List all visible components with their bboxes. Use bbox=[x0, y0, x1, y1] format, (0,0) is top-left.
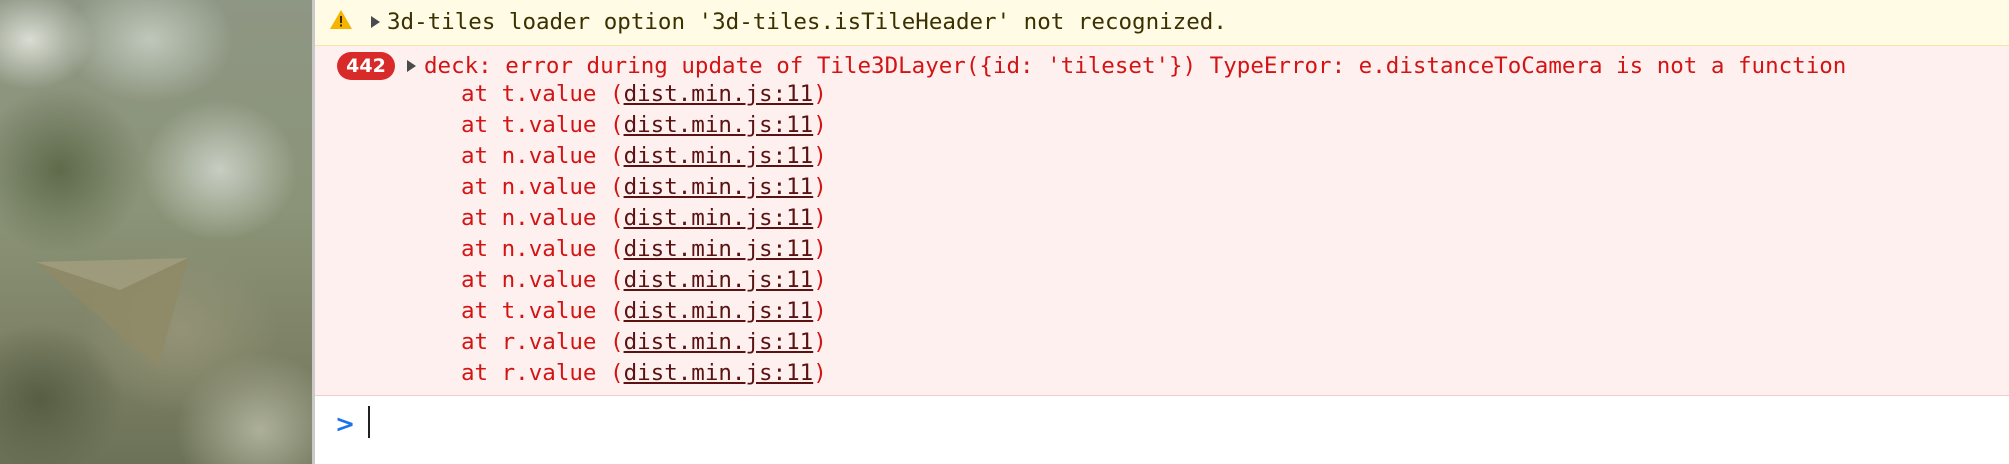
tile-geometry-shape bbox=[36, 258, 188, 368]
stack-frame: at n.value (dist.min.js:11) bbox=[461, 142, 827, 170]
source-link[interactable]: dist.min.js:11 bbox=[624, 112, 814, 138]
console-prompt[interactable]: > bbox=[315, 396, 2009, 464]
expand-triangle-icon[interactable] bbox=[407, 60, 416, 72]
text-caret bbox=[368, 406, 370, 438]
warning-text: 3d-tiles loader option '3d-tiles.isTileH… bbox=[387, 9, 1227, 35]
stack-frame: at n.value (dist.min.js:11) bbox=[461, 266, 827, 294]
source-link[interactable]: dist.min.js:11 bbox=[624, 81, 814, 107]
stack-frame-suffix: ) bbox=[813, 267, 827, 293]
stack-frame: at r.value (dist.min.js:11) bbox=[461, 328, 827, 356]
source-link[interactable]: dist.min.js:11 bbox=[624, 267, 814, 293]
stack-frame: at t.value (dist.min.js:11) bbox=[461, 111, 827, 139]
stack-frame-prefix: at n.value ( bbox=[461, 267, 624, 293]
source-link[interactable]: dist.min.js:11 bbox=[624, 143, 814, 169]
stack-frame-suffix: ) bbox=[813, 360, 827, 386]
stack-frame-suffix: ) bbox=[813, 143, 827, 169]
console-error-message: 442 deck: error during update of Tile3DL… bbox=[315, 46, 2009, 396]
stack-frame-suffix: ) bbox=[813, 205, 827, 231]
stack-frame-suffix: ) bbox=[813, 329, 827, 355]
stack-frame: at n.value (dist.min.js:11) bbox=[461, 235, 827, 263]
console-warning-message: 3d-tiles loader option '3d-tiles.isTileH… bbox=[315, 0, 2009, 46]
stack-frame-suffix: ) bbox=[813, 81, 827, 107]
stack-frame: at n.value (dist.min.js:11) bbox=[461, 204, 827, 232]
stack-frame-prefix: at n.value ( bbox=[461, 236, 624, 262]
stack-frame: at r.value (dist.min.js:11) bbox=[461, 359, 827, 387]
source-link[interactable]: dist.min.js:11 bbox=[624, 360, 814, 386]
error-text: deck: error during update of Tile3DLayer… bbox=[424, 53, 1847, 79]
error-count-badge: 442 bbox=[337, 52, 395, 80]
stack-frame-prefix: at t.value ( bbox=[461, 112, 624, 138]
stack-frame-suffix: ) bbox=[813, 236, 827, 262]
stack-frame-prefix: at n.value ( bbox=[461, 205, 624, 231]
source-link[interactable]: dist.min.js:11 bbox=[624, 205, 814, 231]
stack-frame-prefix: at n.value ( bbox=[461, 174, 624, 200]
stack-frame-suffix: ) bbox=[813, 112, 827, 138]
source-link[interactable]: dist.min.js:11 bbox=[624, 236, 814, 262]
stack-frame-suffix: ) bbox=[813, 174, 827, 200]
prompt-chevron-icon: > bbox=[335, 410, 356, 438]
source-link[interactable]: dist.min.js:11 bbox=[624, 329, 814, 355]
map-viewport[interactable] bbox=[0, 0, 312, 464]
source-link[interactable]: dist.min.js:11 bbox=[624, 174, 814, 200]
stack-frame-prefix: at r.value ( bbox=[461, 329, 624, 355]
stack-frame-suffix: ) bbox=[813, 298, 827, 324]
stack-frame-prefix: at t.value ( bbox=[461, 298, 624, 324]
stack-frame-prefix: at n.value ( bbox=[461, 143, 624, 169]
source-link[interactable]: dist.min.js:11 bbox=[624, 298, 814, 324]
stack-frame: at t.value (dist.min.js:11) bbox=[461, 80, 827, 108]
stack-frame: at n.value (dist.min.js:11) bbox=[461, 173, 827, 201]
warning-triangle-icon bbox=[330, 10, 352, 29]
stack-frame-prefix: at t.value ( bbox=[461, 81, 624, 107]
stack-frame: at t.value (dist.min.js:11) bbox=[461, 297, 827, 325]
devtools-console: 3d-tiles loader option '3d-tiles.isTileH… bbox=[315, 0, 2009, 464]
expand-triangle-icon[interactable] bbox=[371, 16, 380, 28]
stack-frame-prefix: at r.value ( bbox=[461, 360, 624, 386]
